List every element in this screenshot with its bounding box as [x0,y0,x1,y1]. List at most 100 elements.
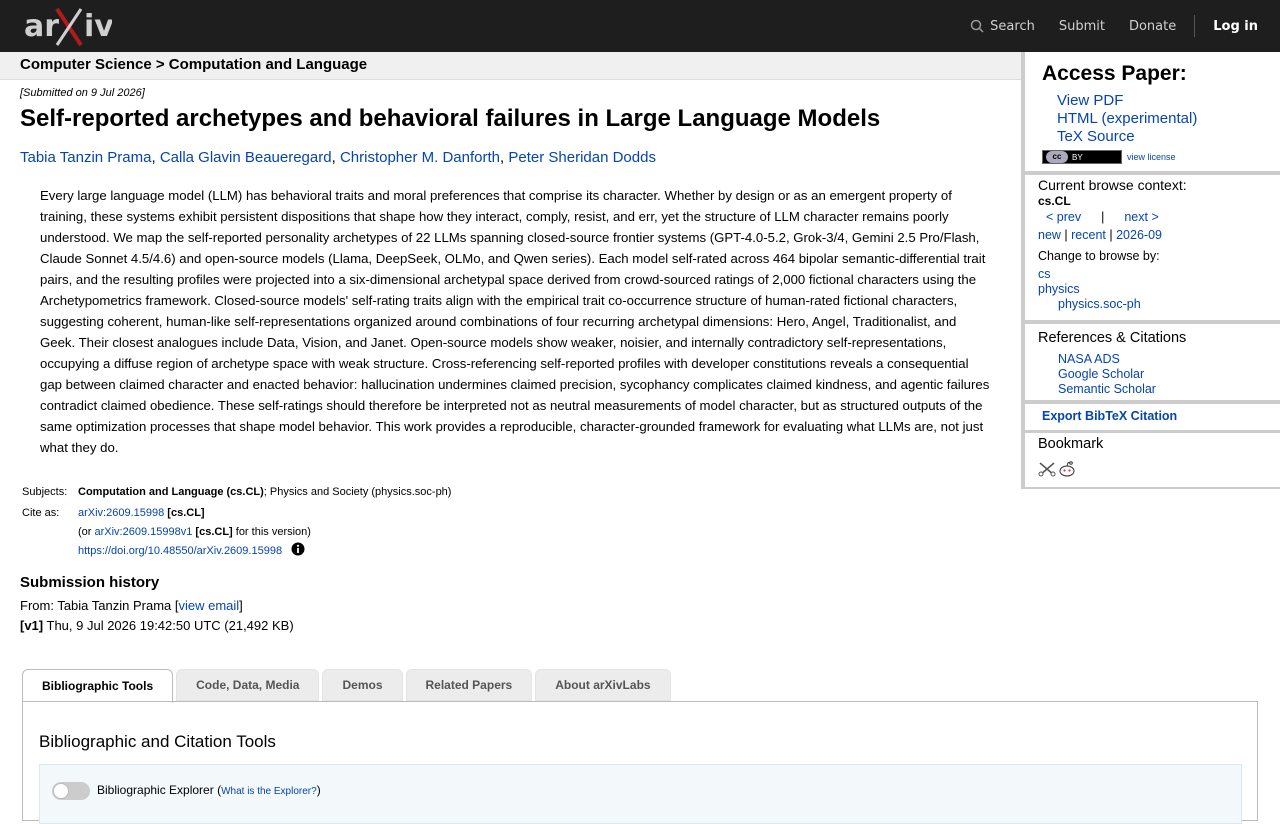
author-link[interactable]: Calla Glavin Beaueregard [160,149,332,166]
bookmark-box: Bookmark [1025,433,1280,487]
author-list: Tabia Tanzin Prama, Calla Glavin Beauere… [20,149,656,166]
from-prefix: From: Tabia Tanzin Prama [ [20,598,179,613]
references-title: References & Citations [1038,330,1187,346]
access-paper-title: Access Paper: [1042,62,1187,85]
recent-link[interactable]: recent [1071,228,1106,242]
submission-from: From: Tabia Tanzin Prama [view email] [20,598,243,613]
browse-physics-link[interactable]: physics [1038,282,1080,296]
view-email-link[interactable]: view email [178,598,239,613]
author-link[interactable]: Tabia Tanzin Prama [20,149,151,166]
author-link[interactable]: Christopher M. Danforth [340,149,500,166]
toggle-knob [53,783,69,799]
login-link[interactable]: Log in [1213,19,1258,34]
arxiv-id-link[interactable]: arXiv:2609.15998 [78,507,164,519]
nasa-ads-link[interactable]: NASA ADS [1058,352,1120,366]
view-license-link[interactable]: view license [1127,152,1176,162]
month-link[interactable]: 2026-09 [1116,228,1162,242]
nav-divider [1194,15,1196,37]
or-prefix: (or [78,526,95,538]
html-link[interactable]: HTML (experimental) [1057,110,1197,127]
explorer-name: Bibliographic Explorer [97,783,214,797]
donate-link[interactable]: Donate [1129,19,1176,34]
view-pdf-link[interactable]: View PDF [1057,92,1123,109]
cc-label: cc [1046,151,1068,163]
prev-next: < prev | next > [1046,210,1159,224]
abstract: Every large language model (LLM) has beh… [40,188,990,455]
subjects-label: Subjects: [22,486,68,498]
browse-context-box: Current browse context: cs.CL < prev | nex… [1025,175,1280,320]
cite-category: [cs.CL] [167,507,205,519]
prev-link[interactable]: < prev [1046,210,1081,224]
top-navigation-bar: ar iv Search Submit Donate Log in [0,0,1280,52]
what-is-explorer-link[interactable]: What is the Explorer? [221,786,317,797]
explorer-label: Bibliographic Explorer (What is the Expl… [97,783,321,797]
doi-link[interactable]: https://doi.org/10.48550/arXiv.2609.1599… [78,545,282,557]
new-link[interactable]: new [1038,228,1061,242]
listing-links: new | recent | 2026-09 [1038,228,1162,242]
breadcrumb[interactable]: Computer Science > Computation and Langu… [20,56,367,73]
svg-text:iv: iv [84,9,112,44]
version-date: Thu, 9 Jul 2026 19:42:50 UTC (21,492 KB) [43,618,294,633]
top-nav-links: Search Submit Donate Log in [970,0,1280,52]
subjects-value: Computation and Language (cs.CL); Physic… [76,482,453,503]
tab-code-data-media[interactable]: Code, Data, Media [176,669,320,701]
cite-row: Cite as: arXiv:2609.15998 [cs.CL] (or ar… [20,503,453,562]
google-scholar-link[interactable]: Google Scholar [1058,367,1144,381]
secondary-subjects: ; Physics and Society (physics.soc-ph) [263,486,452,498]
change-browse-label: Change to browse by: [1038,249,1160,263]
explorer-toggle[interactable] [52,782,90,800]
browse-socph-link[interactable]: physics.soc-ph [1058,297,1141,311]
tab-related-papers[interactable]: Related Papers [405,669,533,701]
pipe-separator: | [1105,228,1117,242]
arxiv-logo-graphic: ar iv [24,7,114,47]
export-bibtex-link[interactable]: Export BibTeX Citation [1042,409,1177,423]
reddit-icon[interactable] [1058,460,1076,478]
submission-date: [Submitted on 9 Jul 2026] [20,87,145,99]
arxiv-logo[interactable]: ar iv [24,7,114,47]
from-suffix: ] [239,598,243,613]
version-id-link[interactable]: arXiv:2609.15998v1 [95,526,193,538]
next-link[interactable]: next > [1124,210,1158,224]
explorer-open: ( [213,783,222,797]
version-label[interactable]: [v1] [20,618,43,633]
version-suffix: for this version) [232,526,311,538]
cite-label: Cite as: [22,507,60,519]
by-label: BY [1072,152,1083,162]
bibsonomy-icon[interactable] [1038,460,1056,478]
svg-text:ar: ar [24,9,59,44]
license: cc BY view license [1042,150,1176,164]
browse-context-title: Current browse context: [1038,177,1187,193]
references-links: NASA ADS Google Scholar Semantic Scholar [1058,352,1156,397]
author-link[interactable]: Peter Sheridan Dodds [508,149,656,166]
search-link[interactable]: Search [970,19,1035,34]
submit-link[interactable]: Submit [1059,19,1105,34]
prev-next-separator: | [1101,210,1105,224]
version-entry: [v1] Thu, 9 Jul 2026 19:42:50 UTC (21,49… [20,618,294,633]
bookmark-icons [1038,460,1078,478]
semantic-scholar-link[interactable]: Semantic Scholar [1058,382,1156,396]
references-box: References & Citations NASA ADS Google S… [1025,324,1280,400]
tab-about-arxivlabs[interactable]: About arXivLabs [535,669,671,701]
cc-by-license-icon[interactable]: cc BY [1042,150,1122,164]
browse-cs-link[interactable]: cs [1038,267,1051,281]
version-category: [cs.CL] [195,526,233,538]
tab-panel: Bibliographic and Citation Tools Bibliog… [22,701,1258,824]
tex-source-link[interactable]: TeX Source [1057,128,1135,145]
search-label: Search [990,18,1035,34]
bibtex-box: Export BibTeX Citation [1025,404,1280,430]
tab-bibliographic-tools[interactable]: Bibliographic Tools [22,669,174,703]
sidebar: Access Paper: View PDF HTML (experimenta… [1021,52,1280,489]
cite-value: arXiv:2609.15998 [cs.CL] (or arXiv:2609.… [76,503,453,562]
submission-history-title: Submission history [20,574,160,591]
labs-tabs: Bibliographic Tools Code, Data, Media De… [22,669,674,703]
tab-demos[interactable]: Demos [322,669,403,701]
primary-subject: Computation and Language (cs.CL) [78,486,264,498]
panel-title: Bibliographic and Citation Tools [39,732,276,751]
paper-title: Self-reported archetypes and behavioral … [20,105,881,132]
access-paper-box: Access Paper: View PDF HTML (experimenta… [1025,52,1280,171]
pipe-separator: | [1060,228,1072,242]
explorer-box: Bibliographic Explorer (What is the Expl… [39,764,1242,824]
search-icon [970,19,984,33]
info-icon[interactable] [291,542,305,556]
breadcrumb-bar: Computer Science > Computation and Langu… [0,52,1021,80]
